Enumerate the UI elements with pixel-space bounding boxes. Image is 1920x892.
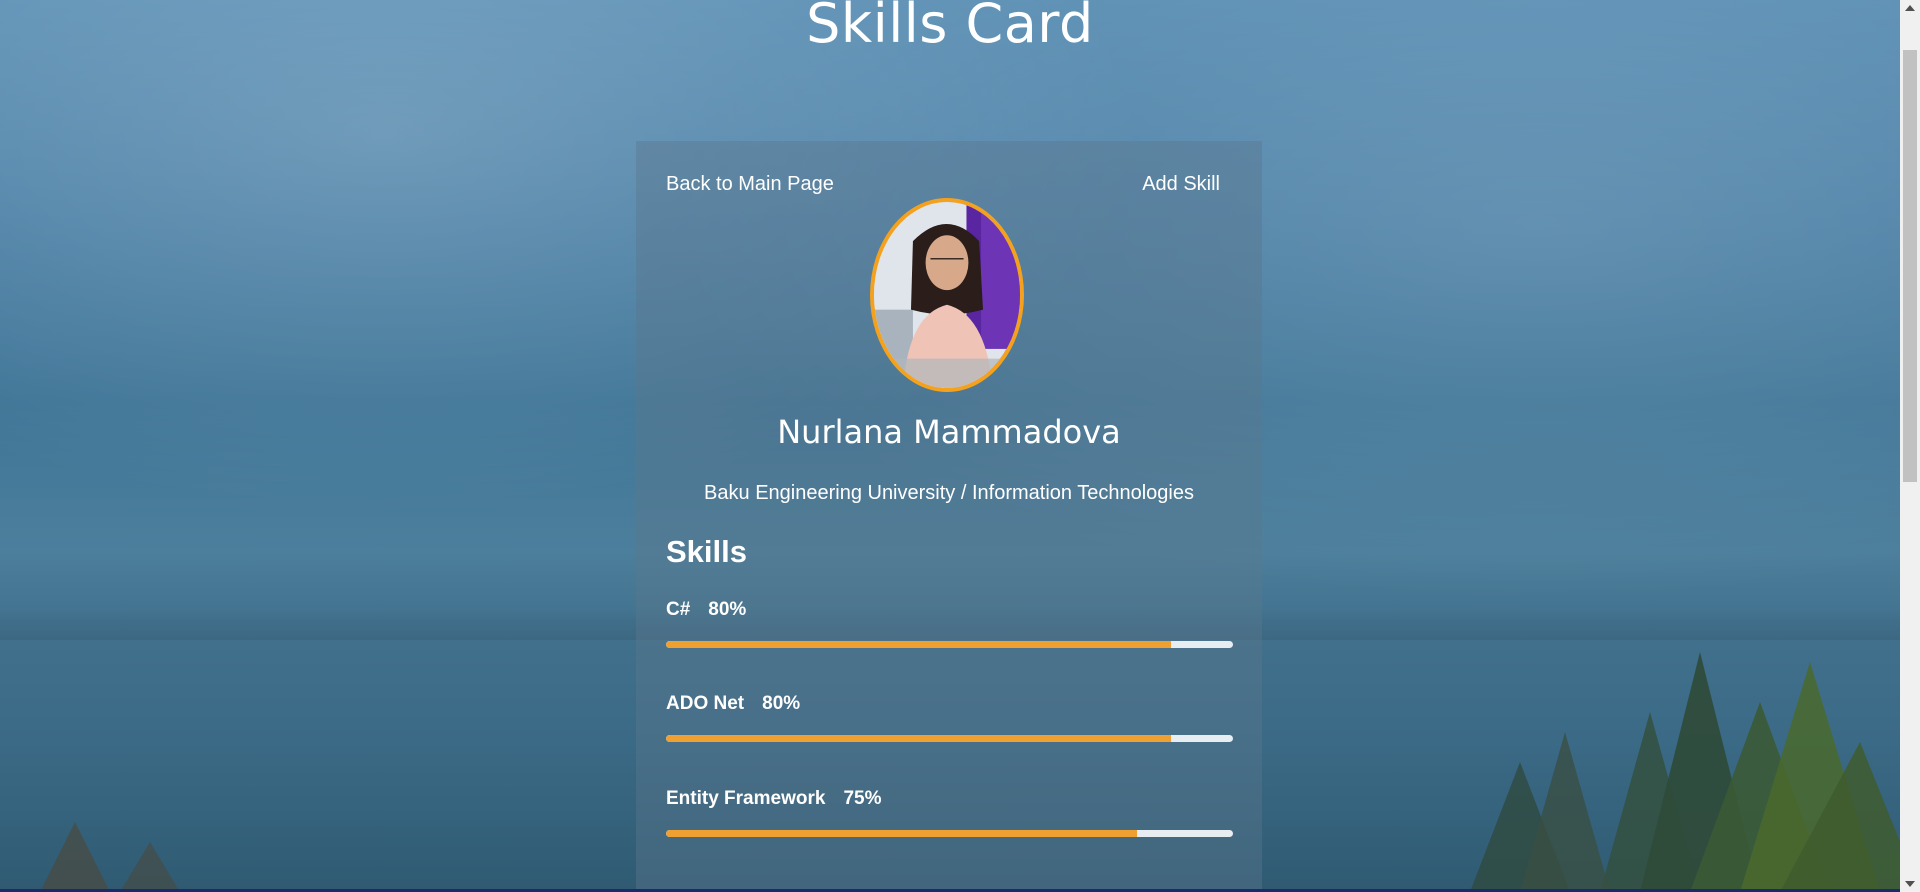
skill-label: C# 80% [666, 599, 1233, 621]
background-trees [1470, 652, 1920, 892]
skill-name: C# [666, 599, 691, 620]
card-nav: Back to Main Page Add Skill [666, 173, 1220, 196]
skill-item: ADO Net 80% [666, 693, 1233, 742]
skills-heading: Skills [666, 534, 747, 569]
scroll-down-arrow-icon[interactable] [1905, 881, 1915, 887]
skill-percent: 80% [762, 693, 801, 714]
background-trees-left [40, 822, 180, 892]
skill-progress-fill [666, 735, 1171, 742]
skill-item: C# 80% [666, 599, 1233, 648]
skill-percent: 75% [843, 788, 882, 809]
skill-progress-track [666, 735, 1233, 742]
skill-name: Entity Framework [666, 788, 826, 809]
add-skill-link[interactable]: Add Skill [1142, 173, 1220, 196]
skill-label: Entity Framework 75% [666, 788, 1233, 810]
avatar [870, 198, 1024, 392]
skill-percent: 80% [708, 599, 747, 620]
back-to-main-link[interactable]: Back to Main Page [666, 173, 834, 196]
scroll-up-arrow-icon[interactable] [1905, 5, 1915, 11]
page-title: Skills Card [806, 0, 1094, 55]
vertical-scrollbar[interactable] [1900, 0, 1920, 892]
skill-item: Entity Framework 75% [666, 788, 1233, 837]
skills-card: Back to Main Page Add Skill Nurlana Mamm… [636, 141, 1262, 892]
profile-affiliation: Baku Engineering University / Informatio… [704, 482, 1194, 504]
skill-label: ADO Net 80% [666, 693, 1233, 715]
page: Skills Card Back to Main Page Add Skill … [0, 0, 1920, 892]
skill-progress-fill [666, 830, 1137, 837]
skill-name: ADO Net [666, 693, 745, 714]
scroll-thumb[interactable] [1903, 50, 1917, 482]
skill-progress-fill [666, 641, 1171, 648]
skill-progress-track [666, 641, 1233, 648]
profile-name: Nurlana Mammadova [777, 413, 1121, 451]
skill-progress-track [666, 830, 1233, 837]
profile-photo [874, 202, 1020, 388]
